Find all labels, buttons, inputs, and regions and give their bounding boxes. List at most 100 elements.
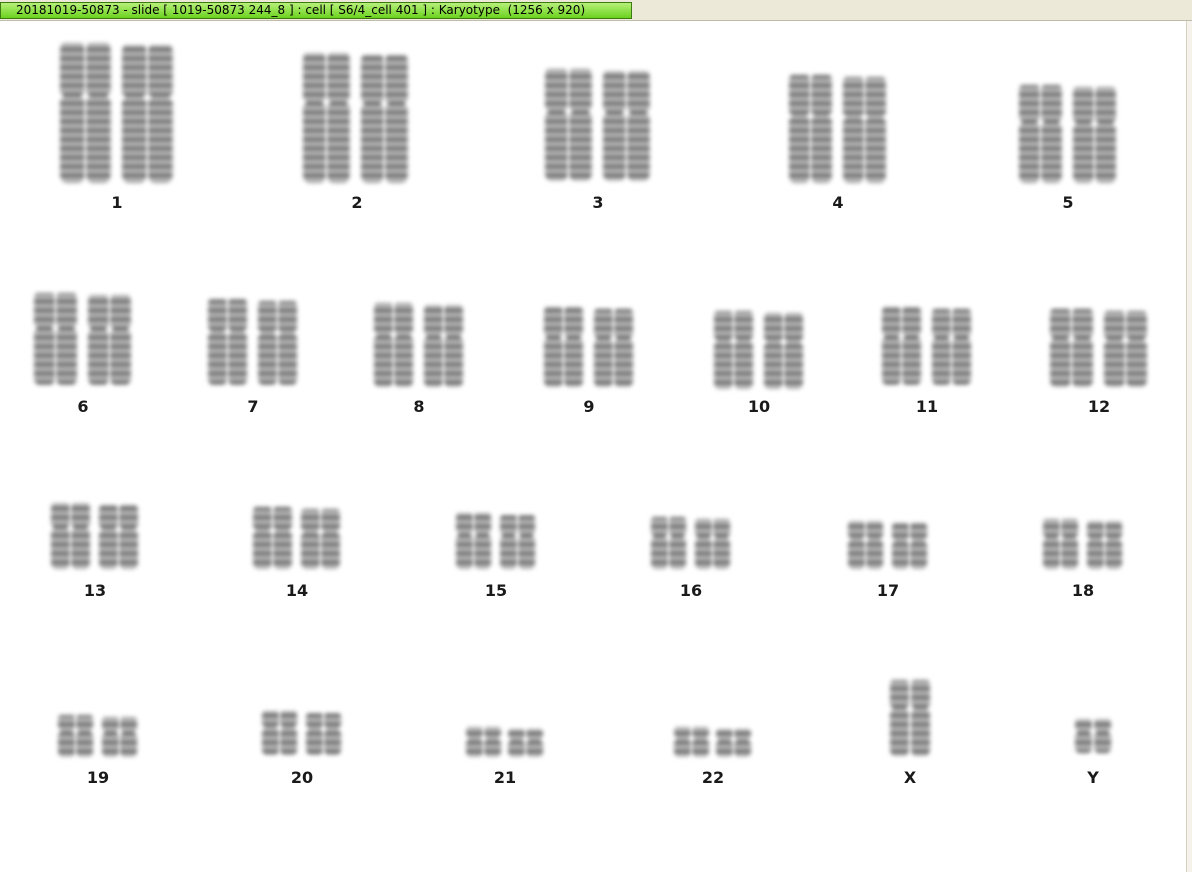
- chromatid[interactable]: [119, 505, 138, 569]
- chromosome-pair-21[interactable]: [466, 727, 544, 757]
- chromosome-pair-8[interactable]: [374, 303, 463, 387]
- chromatid[interactable]: [120, 717, 138, 757]
- chromatid[interactable]: [76, 715, 94, 757]
- chromatid[interactable]: [910, 523, 928, 569]
- chromatid[interactable]: [902, 307, 921, 385]
- chromatid[interactable]: [848, 521, 866, 569]
- chromosome-pair-12[interactable]: [1050, 309, 1147, 387]
- chromatid[interactable]: [1061, 519, 1079, 569]
- chromatid[interactable]: [1095, 87, 1116, 183]
- chromosome-pair-7[interactable]: [208, 299, 297, 385]
- chromatid[interactable]: [306, 713, 324, 755]
- chromatid[interactable]: [674, 727, 692, 757]
- chromatid[interactable]: [569, 69, 592, 181]
- chromatid[interactable]: [714, 311, 733, 389]
- chromatid[interactable]: [122, 45, 147, 183]
- chromatid[interactable]: [545, 69, 568, 181]
- chromatid[interactable]: [544, 307, 563, 387]
- chromatid[interactable]: [911, 680, 930, 756]
- chromatid[interactable]: [692, 727, 710, 757]
- chromatid[interactable]: [474, 513, 492, 569]
- chromatid[interactable]: [258, 301, 277, 385]
- chromatid[interactable]: [764, 313, 783, 389]
- vertical-scrollbar[interactable]: [1186, 21, 1192, 872]
- chromatid[interactable]: [811, 75, 832, 183]
- chromatid[interactable]: [301, 509, 320, 569]
- chromatid[interactable]: [273, 507, 292, 569]
- chromatid[interactable]: [262, 711, 280, 755]
- chromosome-pair-9[interactable]: [544, 307, 633, 387]
- chromatid[interactable]: [324, 713, 342, 755]
- chromosome-pair-2[interactable]: [303, 53, 408, 183]
- chromatid[interactable]: [385, 55, 408, 183]
- chromatid[interactable]: [394, 303, 413, 387]
- chromatid[interactable]: [651, 517, 669, 569]
- chromosome-pair-18[interactable]: [1043, 519, 1123, 569]
- chromosome-pair-3[interactable]: [545, 69, 650, 181]
- chromatid[interactable]: [280, 711, 298, 755]
- chromatid[interactable]: [500, 515, 518, 569]
- chromatid[interactable]: [526, 729, 544, 757]
- chromatid[interactable]: [148, 45, 173, 183]
- chromatid[interactable]: [892, 523, 910, 569]
- chromatid[interactable]: [1087, 521, 1105, 569]
- chromatid[interactable]: [278, 301, 297, 385]
- chromatid[interactable]: [1043, 519, 1061, 569]
- chromatid[interactable]: [1050, 309, 1071, 387]
- chromatid[interactable]: [1126, 311, 1147, 387]
- chromosome-pair-14[interactable]: [253, 507, 340, 569]
- chromatid[interactable]: [253, 507, 272, 569]
- chromatid[interactable]: [734, 729, 752, 757]
- chromatid[interactable]: [518, 515, 536, 569]
- chromosome-pair-6[interactable]: [34, 293, 131, 385]
- chromatid[interactable]: [627, 71, 650, 181]
- chromatid[interactable]: [713, 519, 731, 569]
- window-title-tab[interactable]: 20181019-50873 - slide [ 1019-50873 244_…: [0, 2, 632, 19]
- chromosome-pair-Y[interactable]: [1075, 719, 1112, 753]
- chromatid[interactable]: [99, 505, 118, 569]
- chromatid[interactable]: [1041, 85, 1062, 183]
- chromatid[interactable]: [508, 729, 526, 757]
- chromatid[interactable]: [110, 295, 131, 385]
- chromatid[interactable]: [734, 311, 753, 389]
- chromosome-pair-20[interactable]: [262, 711, 342, 755]
- chromatid[interactable]: [669, 517, 687, 569]
- chromatid[interactable]: [361, 55, 384, 183]
- chromatid[interactable]: [716, 729, 734, 757]
- chromatid[interactable]: [1075, 719, 1093, 753]
- chromosome-pair-10[interactable]: [714, 311, 803, 389]
- chromatid[interactable]: [58, 715, 76, 757]
- chromatid[interactable]: [1072, 309, 1093, 387]
- chromatid[interactable]: [327, 53, 350, 183]
- chromatid[interactable]: [444, 305, 463, 387]
- chromatid[interactable]: [564, 307, 583, 387]
- chromatid[interactable]: [932, 309, 951, 385]
- chromosome-pair-4[interactable]: [789, 75, 886, 183]
- chromatid[interactable]: [102, 717, 120, 757]
- chromatid[interactable]: [890, 680, 909, 756]
- chromatid[interactable]: [695, 519, 713, 569]
- chromatid[interactable]: [34, 293, 55, 385]
- chromatid[interactable]: [228, 299, 247, 385]
- chromatid[interactable]: [866, 521, 884, 569]
- chromatid[interactable]: [86, 43, 111, 183]
- chromatid[interactable]: [208, 299, 227, 385]
- chromatid[interactable]: [882, 307, 901, 385]
- chromatid[interactable]: [321, 509, 340, 569]
- chromatid[interactable]: [603, 71, 626, 181]
- chromatid[interactable]: [1104, 311, 1125, 387]
- chromatid[interactable]: [789, 75, 810, 183]
- chromatid[interactable]: [88, 295, 109, 385]
- chromosome-pair-22[interactable]: [674, 727, 752, 757]
- chromosome-pair-15[interactable]: [456, 513, 536, 569]
- chromatid[interactable]: [843, 77, 864, 183]
- chromatid[interactable]: [952, 309, 971, 385]
- chromatid[interactable]: [374, 303, 393, 387]
- chromatid[interactable]: [71, 503, 90, 569]
- chromosome-pair-5[interactable]: [1019, 85, 1116, 183]
- chromatid[interactable]: [1105, 521, 1123, 569]
- chromatid[interactable]: [424, 305, 443, 387]
- chromatid[interactable]: [865, 77, 886, 183]
- chromatid[interactable]: [1019, 85, 1040, 183]
- chromatid[interactable]: [1094, 719, 1112, 753]
